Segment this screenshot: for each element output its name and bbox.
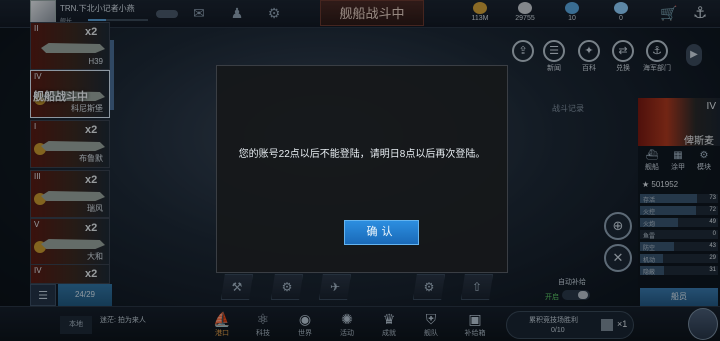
dialog-message: 您的账号22点以后不能登陆，请明日8点以后再次登陆。 [238,149,486,160]
login-restriction-dialog: 您的账号22点以后不能登陆，请明日8点以后再次登陆。 确认 [216,65,508,273]
confirm-button[interactable]: 确认 [344,220,419,245]
screen: TRN.下北小记者小燕 舰长 ✉ ♟ ⚙ 舰船战斗中 113M 29755 10… [0,0,720,341]
